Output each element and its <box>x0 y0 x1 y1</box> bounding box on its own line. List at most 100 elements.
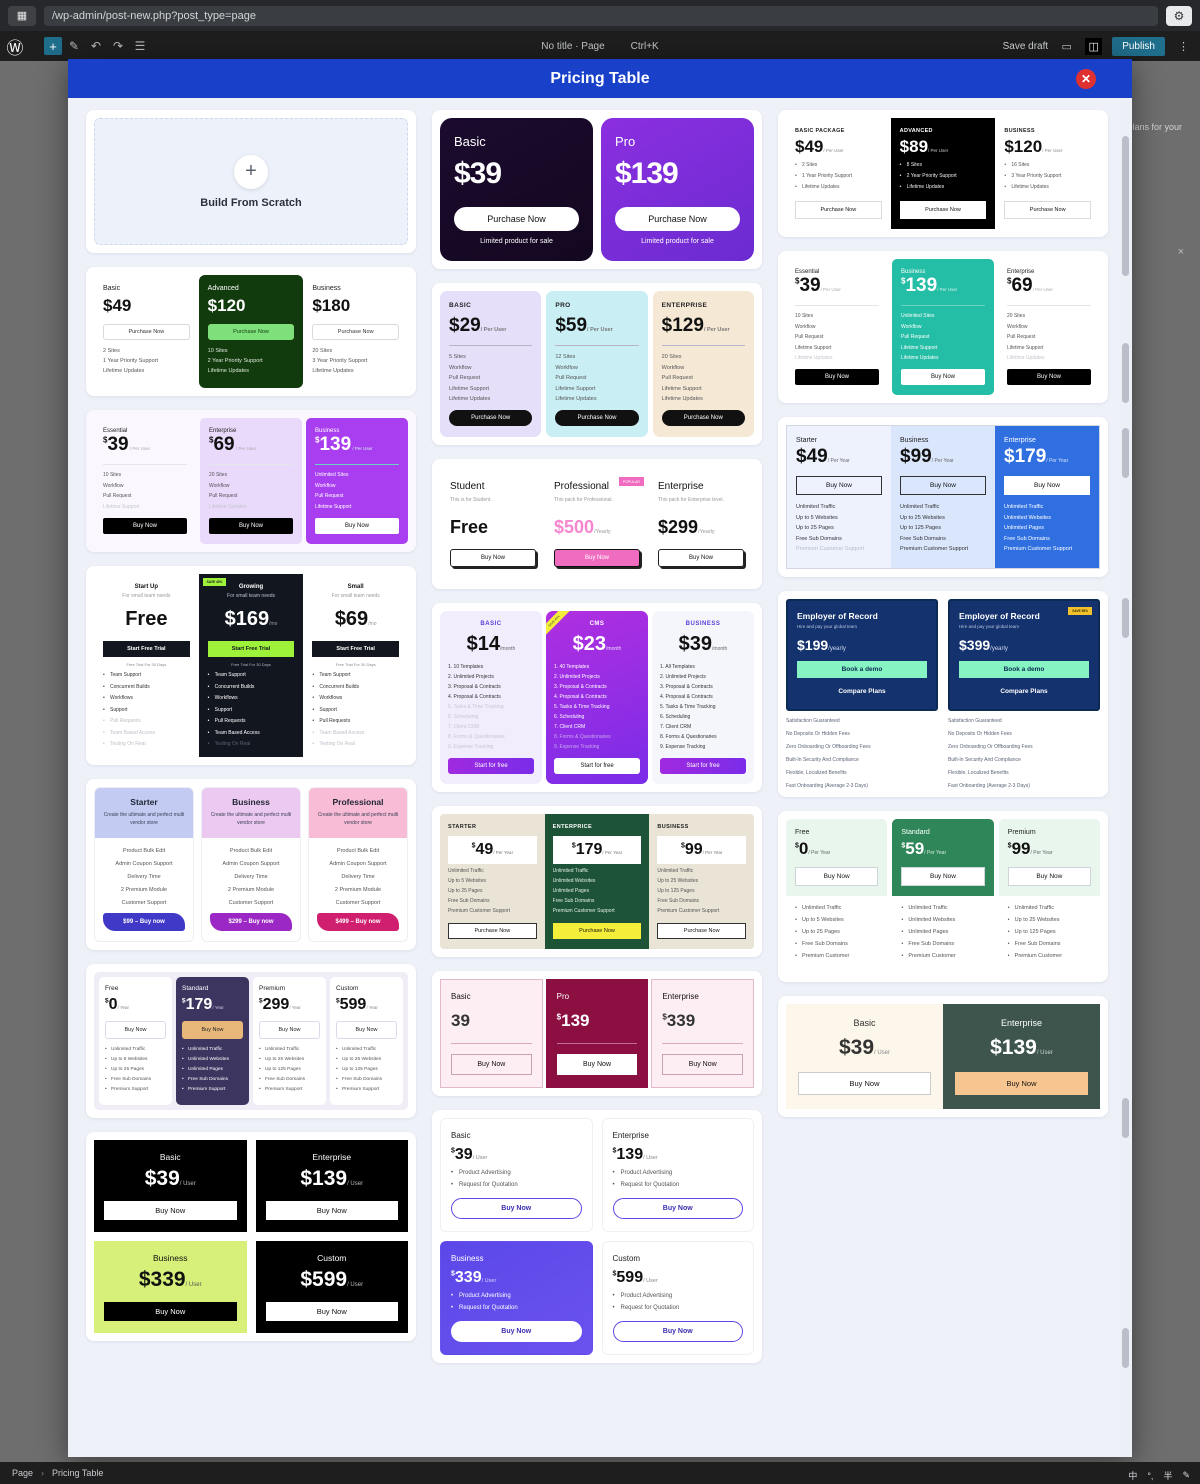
template-card-t13[interactable]: Free $0/ Per Year Buy Now Unlimited Traf… <box>778 810 1108 982</box>
buy-button[interactable]: Buy Now <box>900 476 986 495</box>
buy-button[interactable]: Buy Now <box>901 369 985 385</box>
template-card-t2[interactable]: Basic $39 Purchase Now Limited product f… <box>432 110 762 269</box>
start-trial-button[interactable]: Start Free Trial <box>103 640 190 657</box>
ime-indicator[interactable]: 中 °, 半 ✎ <box>1128 1469 1190 1482</box>
buy-button[interactable]: Buy Now <box>104 1201 237 1220</box>
buy-button[interactable]: $99 – Buy now <box>103 913 185 931</box>
save-draft-button[interactable]: Save draft <box>1003 41 1049 52</box>
template-card-t15[interactable]: Start Up For small team needs Free Start… <box>86 565 416 765</box>
buy-button[interactable]: Buy Now <box>612 1321 743 1342</box>
book-demo-button[interactable]: Book a demo <box>797 660 927 678</box>
desktop-preview-icon[interactable]: ▭ <box>1058 38 1075 55</box>
buy-button[interactable]: Buy Now <box>105 1021 166 1039</box>
breadcrumb-page[interactable]: Page <box>12 1468 33 1478</box>
gallery-scrollbar-thumb-5[interactable] <box>1122 1098 1129 1138</box>
gallery-scrollbar-thumb-3[interactable] <box>1122 428 1129 478</box>
buy-button[interactable]: Buy Now <box>259 1021 320 1039</box>
purchase-button[interactable]: Purchase Now <box>899 201 987 219</box>
template-card-t4[interactable]: Student This is for Student. Free Buy No… <box>432 459 762 589</box>
publish-button[interactable]: Publish <box>1112 36 1165 56</box>
url-input[interactable]: /wp-admin/post-new.php?post_type=page <box>44 5 1158 26</box>
template-card-t10p[interactable]: Essential $39 / Per User 10 Sites Workfl… <box>86 410 416 552</box>
buy-button[interactable]: Buy Now <box>901 866 985 886</box>
gallery-scrollbar-thumb-4[interactable] <box>1122 598 1129 638</box>
purchase-button[interactable]: Purchase Now <box>795 201 882 219</box>
purchase-button[interactable]: Purchase Now <box>103 324 190 340</box>
template-card-t12[interactable]: Employer of Record Hire and pay your glo… <box>778 590 1108 797</box>
template-card-t5[interactable]: BASIC $14/month 1. 10 Templates 2. Unlim… <box>432 603 762 792</box>
ime-lang[interactable]: 中 <box>1128 1469 1137 1482</box>
compare-plans-button[interactable]: Compare Plans <box>797 684 927 699</box>
template-card-t1[interactable]: Basic $49 Purchase Now 2 Sites 1 Year Pr… <box>86 267 416 396</box>
start-free-button[interactable]: Start for free <box>448 758 534 774</box>
gallery-scrollbar-thumb[interactable] <box>1122 136 1129 276</box>
start-trial-button[interactable]: Start Free Trial <box>207 640 295 657</box>
purchase-button[interactable]: Purchase Now <box>657 923 747 939</box>
template-card-t11[interactable]: Starter $49/ Per Year Buy Now Unlimited … <box>778 417 1108 577</box>
build-from-scratch-card[interactable]: + Build From Scratch <box>86 110 416 253</box>
gallery-scrollbar-thumb-2[interactable] <box>1122 343 1129 403</box>
gallery-scrollbar-thumb-6[interactable] <box>1122 1328 1129 1368</box>
gallery-scrollbar-track[interactable] <box>1120 98 1130 1457</box>
buy-button[interactable]: Buy Now <box>796 476 882 495</box>
purchase-button[interactable]: Purchase Now <box>449 410 533 426</box>
template-card-t16[interactable]: Starter Create the ultimate and perfect … <box>86 779 416 950</box>
add-block-button[interactable]: + <box>44 37 62 55</box>
purchase-button[interactable]: Purchase Now <box>552 923 642 939</box>
buy-button[interactable]: Buy Now <box>450 549 536 567</box>
apps-grid-icon[interactable]: ▦ <box>8 5 36 26</box>
buy-button[interactable]: Buy Now <box>1007 369 1091 385</box>
ime-punct[interactable]: °, <box>1147 1471 1153 1481</box>
start-trial-button[interactable]: Start Free Trial <box>312 640 400 657</box>
template-card-t18[interactable]: Basic $39/ User Product Advertising Requ… <box>432 1110 762 1363</box>
compare-plans-button[interactable]: Compare Plans <box>959 684 1089 699</box>
buy-button[interactable]: Buy Now <box>795 369 879 385</box>
gear-icon[interactable]: ⚙ <box>1166 5 1192 26</box>
purchase-button[interactable]: Purchase Now <box>454 207 579 231</box>
buy-button[interactable]: Buy Now <box>104 1302 237 1321</box>
buy-button[interactable]: Buy Now <box>336 1021 397 1039</box>
pencil-icon[interactable]: ✎ <box>64 36 84 56</box>
template-card-t9[interactable]: BASIC PACKAGE $49/ Per User 2 Sites 1 Ye… <box>778 110 1108 237</box>
background-close-icon[interactable]: × <box>1178 246 1184 258</box>
purchase-button[interactable]: Purchase Now <box>555 410 639 426</box>
buy-button[interactable]: Buy Now <box>1007 866 1091 886</box>
template-card-t14[interactable]: Basic $39/ User Buy Now Enterprise $139/… <box>778 995 1108 1117</box>
buy-button[interactable]: Buy Now <box>265 1201 398 1220</box>
purchase-button[interactable]: Purchase Now <box>661 410 745 426</box>
start-free-button[interactable]: Start for free <box>660 758 746 774</box>
more-options-icon[interactable]: ⋮ <box>1175 38 1192 55</box>
buy-button[interactable]: $499 – Buy now <box>317 913 399 931</box>
list-view-icon[interactable]: ☰ <box>130 36 150 56</box>
buy-button[interactable]: Buy Now <box>658 549 744 567</box>
buy-button[interactable]: Buy Now <box>103 517 187 534</box>
buy-button[interactable]: Buy Now <box>662 1054 744 1075</box>
purchase-button[interactable]: Purchase Now <box>1004 201 1092 219</box>
close-icon[interactable]: ✕ <box>1076 68 1096 89</box>
template-card-t3[interactable]: BASIC $29/ Per User 5 Sites Workflow Pul… <box>432 283 762 445</box>
buy-button[interactable]: Buy Now <box>795 866 879 886</box>
template-card-t8[interactable]: Basic $39/ User Buy Now Enterprise $139/… <box>86 1132 416 1341</box>
buy-button[interactable]: Buy Now <box>182 1021 243 1039</box>
buy-button[interactable]: Buy Now <box>451 1054 532 1075</box>
template-card-t7[interactable]: Basic 39 Buy Now Pro $139 Buy Now Enterp… <box>432 971 762 1096</box>
buy-button[interactable]: Buy Now <box>451 1198 582 1219</box>
undo-icon[interactable]: ↶ <box>86 36 106 56</box>
buy-button[interactable]: Buy Now <box>798 1071 931 1095</box>
template-card-t17[interactable]: Free $0/ Year Buy Now Unlimited Traffic … <box>86 964 416 1118</box>
buy-button[interactable]: $299 – Buy now <box>210 913 292 931</box>
purchase-button[interactable]: Purchase Now <box>207 324 295 340</box>
document-title-bar[interactable]: No title · Page Ctrl+K <box>541 41 658 52</box>
settings-sidebar-icon[interactable]: ◫ <box>1085 37 1103 55</box>
wordpress-logo[interactable]: Ⓦ <box>0 31 30 61</box>
buy-button[interactable]: Buy Now <box>955 1071 1088 1095</box>
buy-button[interactable]: Buy Now <box>1004 476 1090 495</box>
buy-button[interactable]: Buy Now <box>209 517 293 534</box>
book-demo-button[interactable]: Book a demo <box>959 660 1089 678</box>
buy-button[interactable]: Buy Now <box>265 1302 398 1321</box>
buy-button[interactable]: Buy Now <box>451 1321 582 1342</box>
template-card-t6[interactable]: STARTER $49/ Per Year Unlimited Traffic … <box>432 806 762 957</box>
ime-tray-icon[interactable]: ✎ <box>1182 1470 1190 1481</box>
redo-icon[interactable]: ↷ <box>108 36 128 56</box>
start-free-button[interactable]: Start for free <box>554 758 640 774</box>
